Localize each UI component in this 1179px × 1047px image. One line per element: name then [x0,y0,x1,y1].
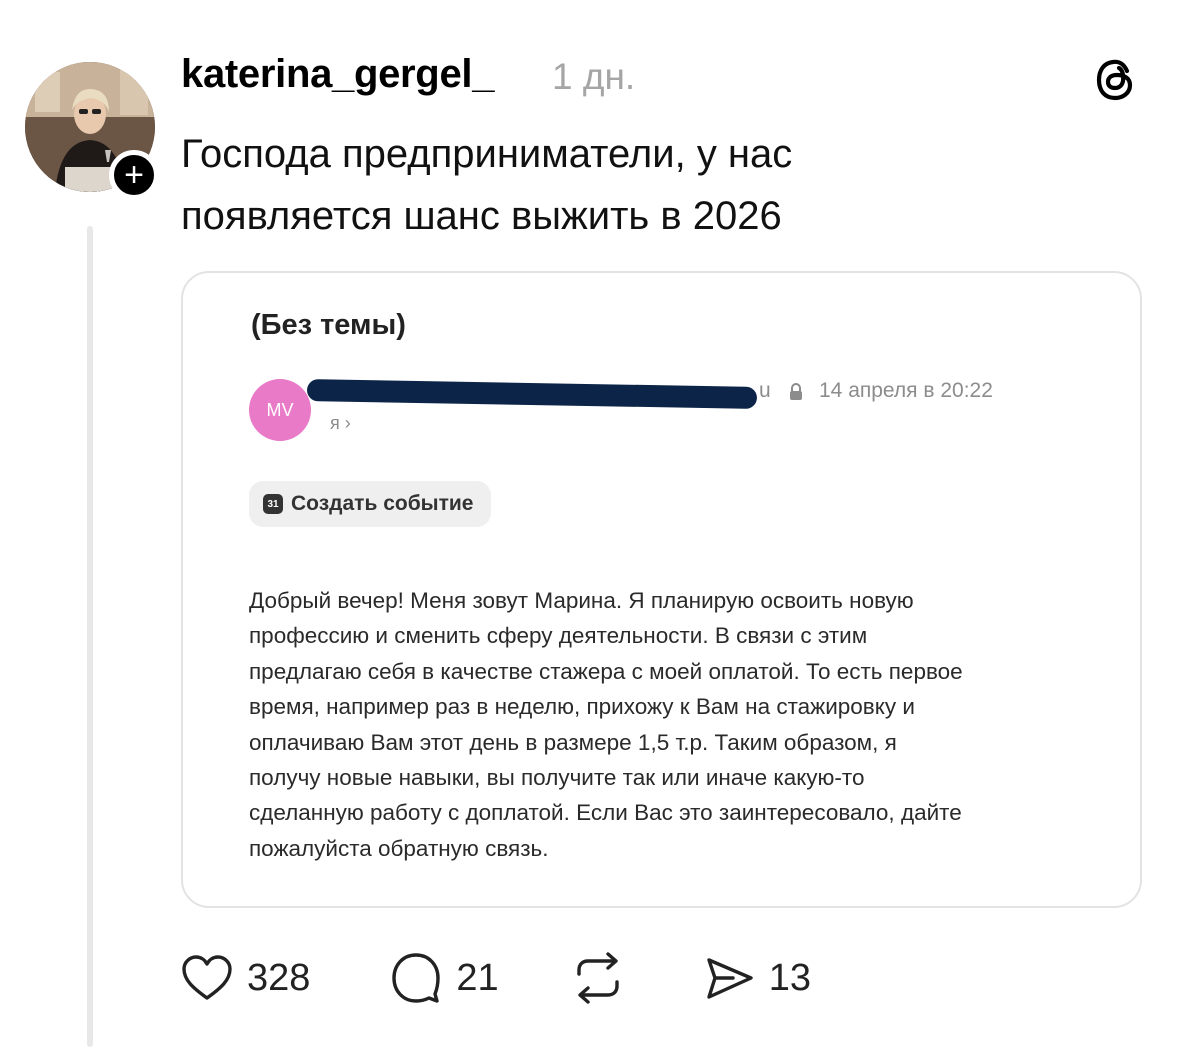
repost-button[interactable] [571,952,625,1004]
heart-icon [182,955,232,1000]
reply-count: 21 [456,956,499,999]
create-event-button: 31 Создать событие [249,481,492,527]
post-text: Господа предприниматели, у нас появляетс… [181,123,1081,247]
mail-date: 14 апреля в 20:22 [819,379,993,402]
threads-post: + katerina_gergel_ 1 дн. Господа предпри… [0,0,1179,1047]
share-button[interactable]: 13 [703,954,811,1002]
follow-button[interactable]: + [109,150,159,200]
calendar-icon: 31 [263,494,283,514]
recipient: я › [330,413,351,433]
speech-bubble-icon [392,953,441,1003]
mail-body-line: профессию и сменить сферу деятельности. … [249,623,868,649]
mail-body-line: пожалуйста обратную связь. [249,835,549,861]
post-text-line: появляется шанс выжить в 2026 [181,194,782,238]
cutoff-text-fragment [249,901,509,906]
share-count: 13 [768,956,811,999]
mail-body: Добрый вечер! Меня зовут Марина. Я плани… [249,583,1129,866]
redaction-mark [306,379,758,409]
mail-body-line: предлагаю себя в качестве стажера с моей… [249,658,963,684]
repost-icon [576,952,619,1004]
plus-icon: + [124,156,144,194]
mail-body-line: время, например раз в неделю, прихожу к … [249,694,915,720]
threads-logo-icon[interactable] [1094,56,1140,104]
like-button[interactable]: 328 [181,954,310,1002]
post-text-line: Господа предприниматели, у нас [181,132,793,176]
lock-icon [790,383,802,400]
mail-body-line: Добрый вечер! Меня зовут Марина. Я плани… [249,588,914,613]
thread-line [87,226,93,1047]
sender-email: u [759,379,771,402]
action-bar: 328 21 13 [181,950,811,1006]
username[interactable]: katerina_gergel_ [181,52,494,97]
sender-avatar: MV [249,379,311,441]
mail-body-line: оплачиваю Вам этот день в размере 1,5 т.… [249,729,897,755]
mail-subject: (Без темы) [251,309,406,341]
like-count: 328 [247,956,311,999]
post-time: 1 дн. [552,56,636,97]
mail-body-line: сделанную работу с доплатой. Если Вас эт… [249,800,962,826]
mail-body-line: получу новые навыки, вы получите так или… [249,765,865,791]
send-icon [706,958,753,999]
create-event-label: Создать событие [291,492,474,515]
reply-button[interactable]: 21 [390,952,499,1004]
attached-image[interactable]: (Без темы) MV u 14 апреля в 20:22 я › 31… [181,271,1142,908]
